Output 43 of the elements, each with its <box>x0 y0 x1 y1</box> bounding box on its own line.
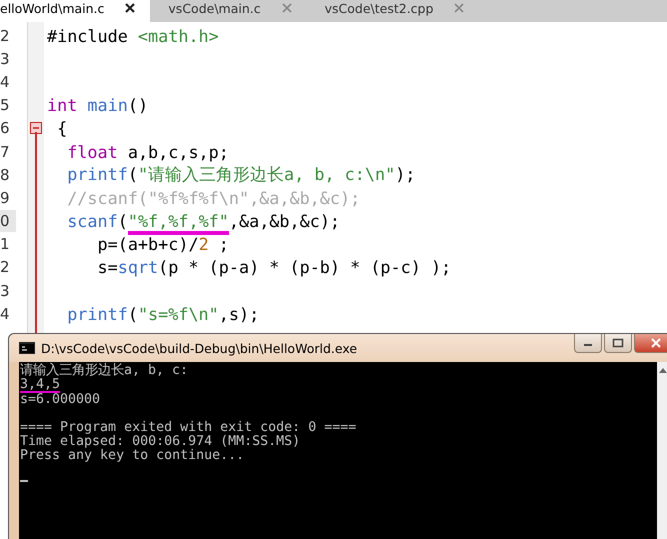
code-line: printf("s=%f\n",s); <box>66 304 260 324</box>
scroll-up-icon[interactable] <box>658 366 667 374</box>
code-line: int main() <box>47 95 148 116</box>
line-number: 3 <box>0 280 11 302</box>
line-number: 7 <box>0 142 11 163</box>
line-number: 5 <box>0 95 11 116</box>
code-line: #include <math.h> <box>47 26 219 46</box>
code-line: p=(a+b+c)/2 ; <box>96 234 229 254</box>
maximize-icon <box>612 338 624 348</box>
line-number: 9 <box>0 188 11 209</box>
line-number: 3 <box>0 48 11 70</box>
editor-tab[interactable]: elloWorld\main.c <box>0 0 150 22</box>
console-line: Time elapsed: 000:06.974 (MM:SS.MS) <box>20 435 300 449</box>
editor-tab[interactable]: vsCode\test2.cpp <box>324 0 480 22</box>
console-line: 3,4,5 <box>20 378 60 393</box>
line-number: 4 <box>0 72 11 93</box>
maximize-button[interactable] <box>604 334 632 353</box>
code-line: printf("请输入三角形边长a, b, c:\n"); <box>66 163 416 186</box>
console-icon <box>19 342 35 354</box>
line-number: 2 <box>0 257 11 278</box>
close-icon <box>650 338 662 348</box>
console-line: s=6.000000 <box>20 393 100 407</box>
line-number: 6 <box>0 118 11 140</box>
line-number: 0 <box>0 210 16 232</box>
line-number: 1 <box>0 234 11 256</box>
console-line: 请输入三角形边长a, b, c: <box>20 364 188 378</box>
scrollbar[interactable] <box>657 362 667 539</box>
line-number: 4 <box>0 304 11 325</box>
line-number: 8 <box>0 164 11 186</box>
code-line: float a,b,c,s,p; <box>66 142 229 162</box>
window-title: D:\vsCode\vsCode\build-Debug\bin\HelloWorld.exe <box>41 340 358 356</box>
code-line: { <box>56 118 68 138</box>
console-line: ==== Program exited with exit code: 0 ==== <box>20 419 356 435</box>
editor-tab[interactable]: vsCode\main.c <box>168 0 307 22</box>
close-icon[interactable] <box>124 2 136 14</box>
code-line: s=sqrt(p * (p-a) * (p-b) * (p-c) ); <box>96 257 452 278</box>
console-line: Press any key to continue... <box>20 449 244 463</box>
text-cursor <box>20 480 28 482</box>
code-line: //scanf("%f%f%f\n",&a,&b,&c); <box>66 188 360 208</box>
minimize-button[interactable] <box>574 334 602 353</box>
line-number: 2 <box>0 26 11 47</box>
close-button[interactable] <box>634 334 667 353</box>
collapse-icon[interactable] <box>30 122 42 134</box>
